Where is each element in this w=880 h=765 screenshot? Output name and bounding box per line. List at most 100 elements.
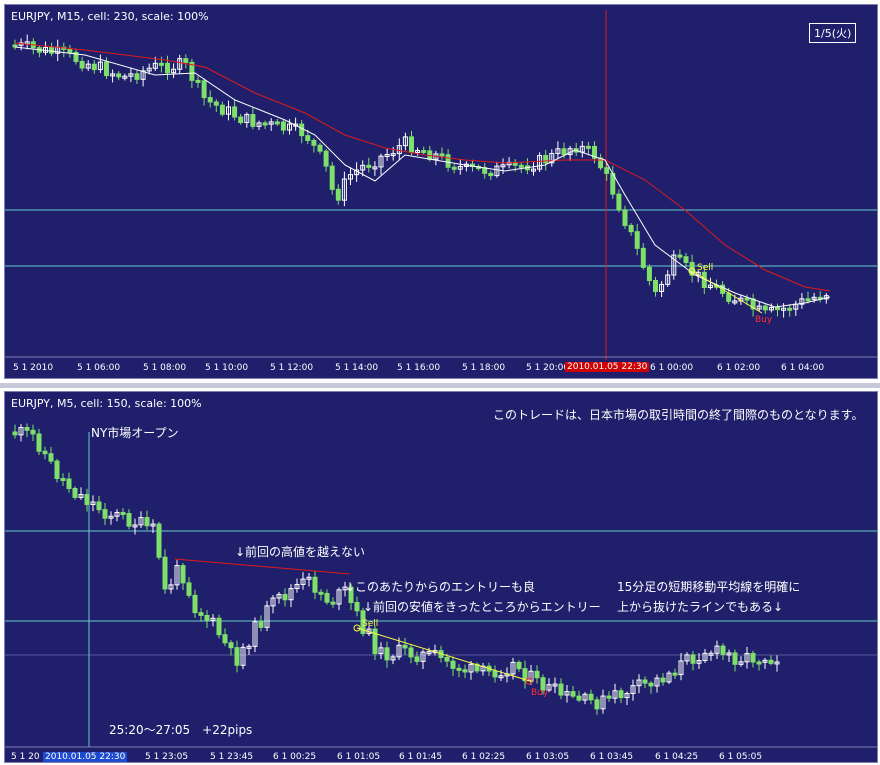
m5-candle-body bbox=[444, 656, 450, 662]
m5-candle-body bbox=[558, 683, 564, 696]
m5-candle-body bbox=[414, 656, 420, 662]
m5-candle-body bbox=[756, 661, 762, 665]
m15-x-tick-label: 6 1 04:00 bbox=[781, 363, 825, 373]
m5-candle-body bbox=[534, 670, 540, 679]
m15-candle-body bbox=[49, 47, 55, 54]
m15-candle-body bbox=[329, 165, 335, 190]
m15-chart-title: EURJPY, M15, cell: 230, scale: 100% bbox=[11, 10, 209, 23]
m5-candle-body bbox=[72, 487, 78, 498]
m5-candle-body bbox=[30, 429, 36, 435]
m15-candle-body bbox=[219, 104, 225, 115]
m15-x-tick-label: 5 1 12:00 bbox=[270, 363, 314, 373]
m5-candle-body bbox=[690, 654, 696, 664]
m5-x-tick-label: 5 1 23:05 bbox=[145, 752, 189, 762]
m5-candle-body bbox=[186, 582, 192, 596]
m15-candle-body bbox=[775, 306, 780, 311]
m5-candle-body bbox=[54, 460, 60, 479]
date-box: 1/5(火) bbox=[809, 23, 857, 43]
m5-candle-body bbox=[216, 617, 222, 636]
m15-candle-body bbox=[116, 73, 122, 78]
m15-x-tick-label: 6 1 02:00 bbox=[717, 363, 761, 373]
m15-buy-label: Buy bbox=[755, 315, 773, 325]
m5-sell-label: Sell bbox=[362, 619, 378, 629]
m15-candle-body bbox=[213, 101, 219, 106]
m5-candle-body bbox=[402, 644, 408, 649]
m15-x-tick-label: 6 1 00:00 bbox=[650, 363, 694, 373]
m5-candle-body bbox=[318, 591, 324, 595]
m5-candle-body bbox=[312, 576, 318, 593]
m5-candle-body bbox=[198, 612, 204, 616]
m5-candle-body bbox=[618, 690, 624, 699]
m15-candle-body bbox=[317, 144, 323, 152]
m15-candle-body bbox=[646, 266, 652, 281]
m15-candle-body bbox=[238, 116, 244, 123]
m15-candle-body bbox=[622, 209, 628, 226]
m5-x-tick-label: 6 1 00:25 bbox=[273, 752, 317, 762]
m15-x-tick-label: 5 1 16:00 bbox=[397, 363, 441, 373]
m5-x-tick-label: 6 1 04:25 bbox=[655, 752, 699, 762]
m5-candle-body bbox=[462, 669, 468, 673]
m5-candle-body bbox=[180, 565, 186, 584]
m15-candle-body bbox=[79, 60, 85, 69]
m5-chart-panel[interactable]: Sell Buy EURJPY, M5, cell: 150, scale: 10… bbox=[4, 391, 878, 763]
note-ma-cross-1: 15分足の短期移動平均線を明確に bbox=[617, 580, 801, 594]
m5-candle-body bbox=[732, 652, 738, 665]
m5-candle-body bbox=[66, 478, 72, 489]
m15-candle-body bbox=[311, 140, 317, 146]
m5-candle-body bbox=[282, 593, 288, 601]
m5-candle-body bbox=[570, 691, 576, 697]
m15-sell-label: Sell bbox=[697, 263, 713, 273]
m5-candle-body bbox=[60, 477, 66, 481]
m5-candle-body bbox=[330, 601, 336, 605]
m5-x-tick-label: 6 1 05:05 bbox=[719, 752, 763, 762]
m5-buy-label: Buy bbox=[531, 688, 549, 698]
m15-x-tick-label: 5 1 20:00 bbox=[526, 363, 570, 373]
m15-candle-body bbox=[366, 164, 372, 168]
m15-candle-body bbox=[640, 247, 646, 268]
m5-x-tick-label: 6 1 01:05 bbox=[337, 752, 381, 762]
m15-candle-body bbox=[634, 231, 640, 249]
note-entry-ok: ↓このあたりからのエントリーも良 bbox=[345, 580, 536, 594]
m15-x-tick-label: 5 1 18:00 bbox=[462, 363, 506, 373]
m5-candle-body bbox=[126, 513, 132, 527]
m15-candle-body bbox=[677, 254, 683, 258]
m15-candle-body bbox=[518, 164, 524, 168]
m15-chart-panel[interactable]: Sell Buy EURJPY, M15, cell: 230, scale: 1… bbox=[4, 4, 878, 379]
m15-candle-body bbox=[262, 122, 268, 126]
panel-divider[interactable] bbox=[0, 383, 880, 388]
m15-candle-body bbox=[726, 292, 732, 302]
m15-chart-canvas[interactable]: Sell Buy bbox=[5, 5, 878, 379]
note-ma-cross-2: 上から抜けたラインでもある↓ bbox=[617, 600, 784, 614]
m5-x-tick-label: 6 1 01:45 bbox=[399, 752, 443, 762]
m5-x-tick-label: 6 1 03:45 bbox=[590, 752, 634, 762]
m15-candle-body bbox=[805, 298, 811, 302]
m5-candle-body bbox=[162, 556, 168, 590]
m15-candle-body bbox=[91, 63, 97, 71]
m5-x-tick-label: 5 1 20 bbox=[11, 752, 40, 762]
note-no-break-high: ↓前回の高値を越えない bbox=[235, 545, 366, 559]
m15-candle-body bbox=[280, 121, 286, 131]
m5-candle-body bbox=[516, 661, 522, 670]
m5-candle-body bbox=[144, 517, 150, 527]
note-trade-result: 25:20～27:05 +22pips bbox=[109, 723, 253, 737]
note-ny-open: NY市場オープン bbox=[91, 426, 179, 440]
m5-candle-body bbox=[408, 647, 414, 658]
m15-candle-body bbox=[232, 106, 238, 118]
m15-candle-body bbox=[683, 256, 689, 263]
m5-candle-body bbox=[576, 695, 582, 701]
m5-candle-body bbox=[192, 594, 198, 614]
m5-x-tick-label: 6 1 03:05 bbox=[526, 752, 570, 762]
m5-candle-body bbox=[492, 670, 498, 678]
m15-x-tick-label: 5 1 06:00 bbox=[77, 363, 121, 373]
m5-candle-body bbox=[384, 647, 390, 661]
m5-candle-body bbox=[456, 667, 462, 671]
m15-candle-body bbox=[409, 136, 414, 153]
m15-candle-body bbox=[207, 97, 213, 103]
m15-candle-body bbox=[445, 154, 451, 168]
m15-candle-body bbox=[299, 123, 305, 137]
m5-resistance-line bbox=[174, 558, 351, 575]
m15-candle-body bbox=[628, 224, 634, 233]
m15-candle-body bbox=[195, 79, 201, 83]
m5-candle-body bbox=[12, 431, 18, 436]
m5-candle-body bbox=[234, 647, 240, 666]
